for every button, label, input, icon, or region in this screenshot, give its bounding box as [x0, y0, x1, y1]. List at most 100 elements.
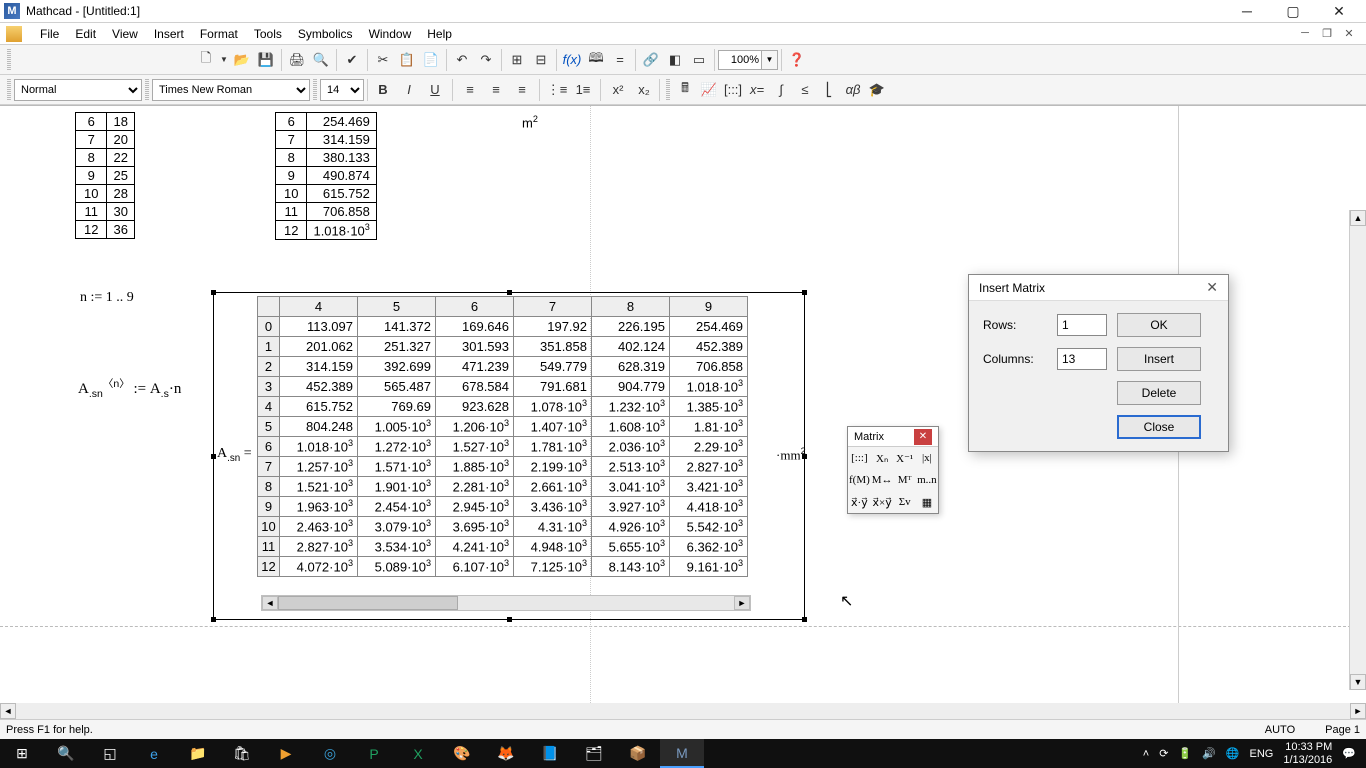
result-matrix-table[interactable]: 4567890113.097141.372169.646197.92226.19… — [257, 296, 748, 577]
matrix-palette-item[interactable]: Σv — [894, 491, 916, 513]
menu-file[interactable]: File — [32, 25, 67, 43]
zoom-control[interactable]: ▼ — [718, 50, 778, 70]
rows-input[interactable] — [1057, 314, 1107, 336]
menu-format[interactable]: Format — [192, 25, 246, 43]
close-button[interactable]: ✕ — [1316, 0, 1362, 23]
component-button[interactable]: ◧ — [663, 48, 687, 72]
numbering-button[interactable]: 1≡ — [571, 78, 595, 102]
zoom-dropdown-icon[interactable]: ▼ — [762, 50, 778, 70]
matrix-palette-item[interactable]: Mᵀ — [894, 469, 916, 491]
print-preview-button[interactable]: 🔍 — [309, 48, 333, 72]
symbolic-palette-button[interactable]: 🎓 — [865, 78, 889, 102]
insert-button[interactable]: Insert — [1117, 347, 1201, 371]
region-button[interactable]: ▭ — [687, 48, 711, 72]
function-button[interactable]: f(x) — [560, 48, 584, 72]
italic-button[interactable]: I — [397, 78, 421, 102]
scroll-right-button[interactable]: ► — [1350, 703, 1366, 719]
delete-button[interactable]: Delete — [1117, 381, 1201, 405]
align-right-button[interactable]: ≡ — [510, 78, 534, 102]
columns-input[interactable] — [1057, 348, 1107, 370]
cut-button[interactable]: ✂ — [371, 48, 395, 72]
tray-sync-icon[interactable]: ⟳ — [1159, 747, 1168, 760]
dialog-close-icon[interactable]: ✕ — [1206, 279, 1218, 296]
toolbar-grip[interactable] — [7, 79, 11, 101]
horizontal-scrollbar[interactable]: ◄ ► — [0, 703, 1366, 719]
tray-notifications-icon[interactable]: 💬 — [1342, 747, 1356, 760]
bullets-button[interactable]: ⋮≡ — [545, 78, 569, 102]
new-button[interactable]: 🗋 — [194, 48, 218, 72]
scroll-left-button[interactable]: ◄ — [0, 703, 16, 719]
store-icon[interactable]: 🛍 — [220, 739, 264, 768]
close-dialog-button[interactable]: Close — [1117, 415, 1201, 439]
scroll-right-icon[interactable]: ► — [734, 596, 750, 610]
app5-icon[interactable]: 📦 — [616, 739, 660, 768]
greek-palette-button[interactable]: αβ — [841, 78, 865, 102]
menu-insert[interactable]: Insert — [146, 25, 192, 43]
tray-lang[interactable]: ENG — [1250, 748, 1274, 760]
scroll-down-icon[interactable]: ▼ — [1350, 674, 1366, 690]
toolbar-grip[interactable] — [313, 79, 317, 101]
font-size-select[interactable]: 14 — [320, 79, 364, 101]
start-button[interactable]: ⊞ — [0, 739, 44, 768]
style-select[interactable]: Normal — [14, 79, 142, 101]
programming-palette-button[interactable]: ⎣ — [817, 78, 841, 102]
tray-chevron-icon[interactable]: ˄ — [1143, 748, 1149, 760]
app2-icon[interactable]: 🎨 — [440, 739, 484, 768]
mdi-close-button[interactable]: ✕ — [1338, 27, 1360, 40]
superscript-button[interactable]: x² — [606, 78, 630, 102]
matrix-palette-title[interactable]: Matrix ✕ — [848, 427, 938, 447]
tray-volume-icon[interactable]: 🔊 — [1202, 747, 1216, 760]
matrix-palette-item[interactable]: m..n — [916, 469, 938, 491]
mathcad-taskbar-icon[interactable]: M — [660, 739, 704, 768]
matrix-palette-item[interactable]: [:::] — [848, 447, 871, 469]
save-button[interactable]: 💾 — [254, 48, 278, 72]
menu-window[interactable]: Window — [361, 25, 420, 43]
matrix-palette-item[interactable]: M↔ — [871, 469, 894, 491]
align-center-button[interactable]: ≡ — [484, 78, 508, 102]
matrix-palette-item[interactable]: ▦ — [916, 491, 938, 513]
taskview-button[interactable]: ◱ — [88, 739, 132, 768]
menu-symbolics[interactable]: Symbolics — [290, 25, 361, 43]
range-definition[interactable]: n := 1 .. 9 — [80, 290, 134, 306]
bold-button[interactable]: B — [371, 78, 395, 102]
evaluation-palette-button[interactable]: x= — [745, 78, 769, 102]
underline-button[interactable]: U — [423, 78, 447, 102]
calculate-button[interactable]: = — [608, 48, 632, 72]
tray-network-icon[interactable]: 🌐 — [1226, 747, 1240, 760]
matrix-palette-item[interactable]: Xₙ — [871, 447, 894, 469]
toolbar-grip[interactable] — [145, 79, 149, 101]
paste-button[interactable]: 📄 — [419, 48, 443, 72]
redo-button[interactable]: ↷ — [474, 48, 498, 72]
matrix-palette-item[interactable]: f(M) — [848, 469, 871, 491]
ok-button[interactable]: OK — [1117, 313, 1201, 337]
new-dropdown-icon[interactable]: ▼ — [218, 48, 230, 72]
align-left-button[interactable]: ≡ — [458, 78, 482, 102]
matrix-palette-item[interactable]: |x| — [916, 447, 938, 469]
spellcheck-button[interactable]: ✔ — [340, 48, 364, 72]
undo-button[interactable]: ↶ — [450, 48, 474, 72]
boolean-palette-button[interactable]: ≤ — [793, 78, 817, 102]
app-icon[interactable]: ◎ — [308, 739, 352, 768]
search-button[interactable]: 🔍 — [44, 739, 88, 768]
diameter-table[interactable]: 618720822925102811301236 — [75, 112, 135, 239]
matrix-palette-item[interactable]: x⃗×y⃗ — [871, 491, 894, 513]
vertical-scrollbar[interactable]: ▲ ▼ — [1349, 210, 1366, 690]
result-hscrollbar[interactable]: ◄ ► — [261, 595, 751, 611]
calculus-palette-button[interactable]: ∫ — [769, 78, 793, 102]
graph-palette-button[interactable]: 📈 — [697, 78, 721, 102]
menu-view[interactable]: View — [104, 25, 146, 43]
zoom-input[interactable] — [718, 50, 762, 70]
media-icon[interactable]: ▶ — [264, 739, 308, 768]
matrix-palette-button[interactable]: [:::] — [721, 78, 745, 102]
tray-battery-icon[interactable]: 🔋 — [1178, 747, 1192, 760]
toolbar-grip[interactable] — [7, 49, 11, 71]
project-icon[interactable]: P — [352, 739, 396, 768]
menu-tools[interactable]: Tools — [246, 25, 290, 43]
menu-edit[interactable]: Edit — [67, 25, 104, 43]
copy-button[interactable]: 📋 — [395, 48, 419, 72]
result-unit[interactable]: ·mm2 — [776, 446, 806, 463]
menu-help[interactable]: Help — [419, 25, 460, 43]
tray-clock[interactable]: 10:33 PM1/13/2016 — [1283, 741, 1332, 765]
units-button[interactable]: 🕮 — [584, 48, 608, 72]
subscript-button[interactable]: x₂ — [632, 78, 656, 102]
